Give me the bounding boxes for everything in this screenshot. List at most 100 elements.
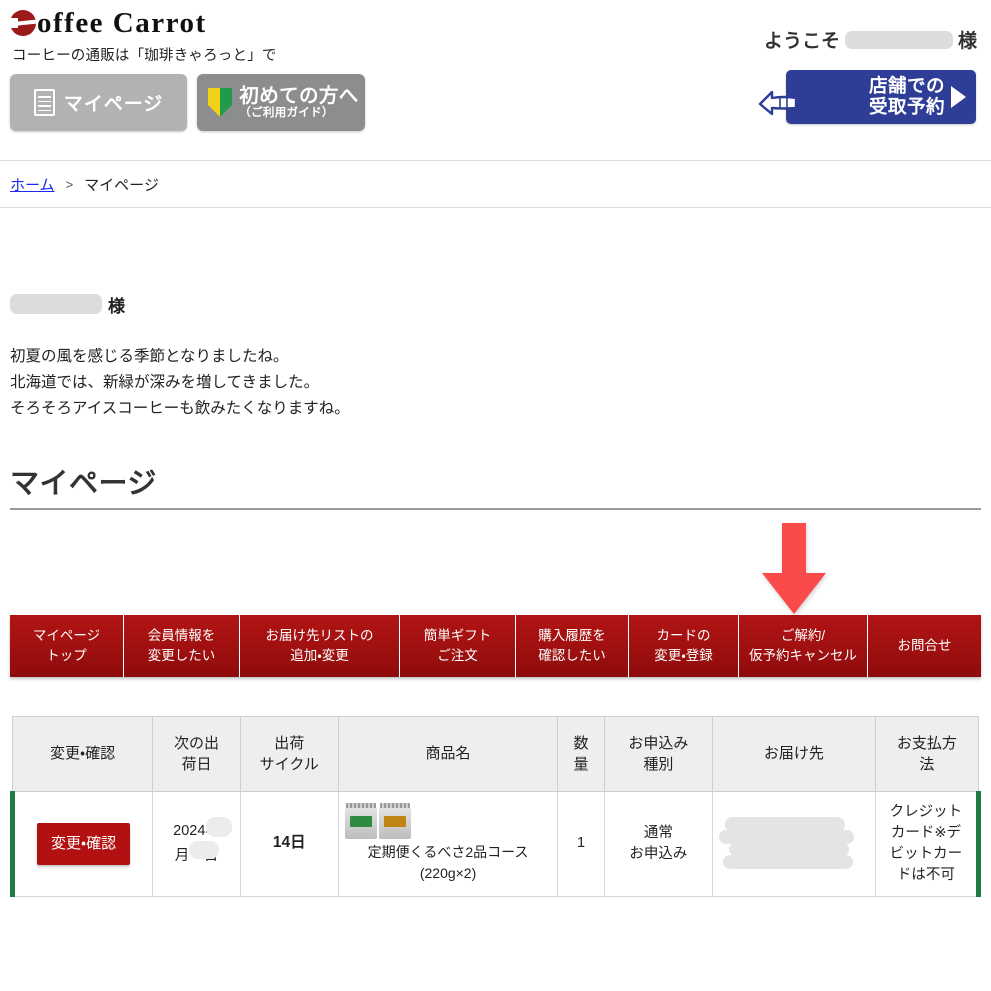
cell-order-type: 通常 お申込み — [603, 790, 713, 897]
tab-member-info-line2: 変更したい — [147, 647, 216, 663]
tab-contact[interactable]: お問合せ — [868, 614, 981, 677]
tab-cancellation-line2: 仮予約キャンセル — [749, 647, 857, 663]
breadcrumb-separator: > — [65, 177, 74, 192]
seasonal-message-line2: 北海道では、新緑が深みを増してきました。 — [10, 373, 320, 391]
mypage-nav-tabs: マイページ トップ 会員情報を 変更したい お届け先リストの 追加・変更 簡単ギ… — [10, 614, 981, 677]
tab-card-change-line1: カードの — [656, 628, 711, 644]
redacted-customer-name — [10, 294, 102, 314]
col-header-next-ship-date: 次の出 荷日 — [152, 715, 241, 792]
reserve-label-line2: 受取予約 — [868, 96, 945, 117]
store-pickup-reservation-button[interactable]: 店舗での 受取予約 — [758, 70, 976, 124]
col-header-product-name-line1: 商品名 — [425, 745, 471, 763]
tab-member-info-line1: 会員情報を — [147, 628, 216, 644]
tab-mypage-top-line1: マイページ — [32, 628, 101, 644]
tab-mypage-top[interactable]: マイページ トップ — [10, 614, 124, 677]
seasonal-message-line3: そろそろアイスコーヒーも飲みたくなりますね。 — [10, 399, 350, 417]
col-header-change-confirm-line1: 変更・確認 — [50, 745, 116, 763]
tab-contact-label: お問合せ — [897, 638, 952, 654]
change-confirm-button[interactable]: 変更・確認 — [37, 822, 131, 865]
cell-quantity: 1 — [557, 790, 605, 897]
next-ship-date-value: 2024年 月 日 — [173, 817, 232, 868]
tab-delivery-address-line1: お届け先リストの — [265, 628, 374, 644]
subscription-table-wrapper: 変更・確認 次の出 荷日 出荷 サイクル 商品名 数 量 お申込み 種別 お届け… — [9, 715, 982, 897]
subscription-table: 変更・確認 次の出 荷日 出荷 サイクル 商品名 数 量 お申込み 種別 お届け… — [9, 715, 982, 897]
document-icon — [33, 89, 55, 116]
reserve-button-label: 店舗での 受取予約 — [868, 75, 945, 117]
col-header-ship-cycle-line2: サイクル — [259, 755, 319, 773]
welcome-message: ようこそ 様 — [764, 26, 977, 53]
payment-line1: クレジット — [889, 803, 963, 820]
tab-card-change[interactable]: カードの 変更・登録 — [629, 614, 739, 677]
ship-cycle-value: 14日 — [272, 834, 306, 852]
seasonal-message-line1: 初夏の風を感じる季節となりましたね。 — [10, 348, 289, 365]
tab-cancellation-line1: ご解約/ — [780, 628, 826, 644]
order-type-line2: お申込み — [629, 845, 688, 862]
tab-easy-gift-line1: 簡単ギフト — [423, 628, 492, 644]
tab-cancellation[interactable]: ご解約/ 仮予約キャンセル — [739, 614, 868, 677]
breadcrumb-bar: ホーム > マイページ — [0, 160, 991, 208]
tab-easy-gift-order[interactable]: 簡単ギフト ご注文 — [400, 614, 516, 677]
col-header-quantity: 数 量 — [557, 715, 605, 792]
redacted-ship-day-1 — [205, 817, 232, 838]
payment-line3: ビットカー — [889, 845, 963, 862]
welcome-suffix: 様 — [957, 31, 977, 52]
customer-name-line: 様 — [10, 292, 981, 316]
cell-destination — [711, 790, 876, 897]
col-header-payment-line1: お支払方 — [896, 734, 957, 752]
tab-easy-gift-line2: ご注文 — [437, 647, 478, 663]
coffee-bag-green-icon — [344, 803, 377, 840]
tab-delivery-address-line2: 追加・変更 — [290, 647, 349, 663]
tab-card-change-line2: 変更・登録 — [654, 647, 713, 663]
col-header-product-name: 商品名 — [337, 715, 559, 792]
breadcrumb: ホーム > マイページ — [0, 161, 991, 207]
tab-member-info[interactable]: 会員情報を 変更したい — [124, 614, 240, 677]
col-header-payment-method: お支払方 法 — [874, 715, 980, 792]
mypage-button[interactable]: マイページ — [10, 74, 187, 131]
breadcrumb-current: マイページ — [84, 177, 159, 194]
customer-name-suffix: 様 — [108, 296, 125, 316]
payment-line2: カード※デ — [890, 824, 961, 841]
annotation-layer — [0, 510, 991, 615]
tab-delivery-address-list[interactable]: お届け先リストの 追加・変更 — [240, 614, 400, 677]
site-header: offee Carrot コーヒーの通販は「珈琲きゃろっと」で マイページ 初め… — [0, 0, 991, 160]
breadcrumb-home-link[interactable]: ホーム — [10, 174, 55, 195]
reserve-label-line1: 店舗での — [868, 75, 945, 97]
col-header-order-type-line2: 種別 — [643, 755, 674, 773]
product-thumbnails — [344, 803, 552, 840]
beginner-leaf-icon — [207, 87, 233, 118]
beginner-guide-button[interactable]: 初めての方へ （ご利用ガイド） — [197, 74, 365, 131]
col-header-payment-line2: 法 — [919, 755, 935, 773]
red-down-arrow-annotation-icon — [760, 522, 828, 615]
col-header-change-confirm: 変更・確認 — [11, 715, 154, 792]
redacted-ship-day-2 — [189, 841, 220, 860]
payment-line4: ドは不可 — [896, 866, 955, 883]
table-header-row: 変更・確認 次の出 荷日 出荷 サイクル 商品名 数 量 お申込み 種別 お届け… — [11, 715, 980, 792]
tab-mypage-top-line2: トップ — [46, 647, 87, 663]
coffee-bag-gold-icon — [378, 803, 411, 840]
tab-purchase-history-line1: 購入履歴を — [538, 628, 606, 644]
beginner-guide-subtitle: （ご利用ガイド） — [239, 106, 334, 119]
col-header-quantity-line1: 数 — [573, 734, 589, 752]
col-header-order-type-line1: お申込み — [628, 734, 689, 752]
col-header-next-ship-line1: 次の出 — [174, 734, 220, 752]
logo-wordmark: offee Carrot — [37, 6, 207, 39]
beginner-guide-text: 初めての方へ （ご利用ガイド） — [239, 86, 358, 119]
product-size: (220g×2) — [419, 865, 477, 882]
pointing-hand-icon — [758, 78, 816, 118]
product-name: 定期便くるべさ2品コース — [367, 844, 529, 861]
col-header-order-type: お申込み 種別 — [603, 715, 713, 792]
col-header-destination-line1: お届け先 — [763, 745, 824, 763]
coffee-bean-logo-icon — [6, 10, 37, 36]
play-arrow-icon — [951, 86, 966, 108]
col-header-quantity-line2: 量 — [573, 755, 589, 773]
table-row: 変更・確認 2024年 月 日 14日 — [9, 790, 982, 897]
col-header-ship-cycle: 出荷 サイクル — [239, 715, 339, 792]
col-header-destination: お届け先 — [711, 715, 876, 792]
cell-payment-method: クレジット カード※デ ビットカー ドは不可 — [874, 790, 982, 897]
redacted-destination — [718, 813, 869, 875]
col-header-next-ship-line2: 荷日 — [181, 755, 212, 773]
welcome-prefix: ようこそ — [763, 31, 840, 52]
cell-change-confirm: 変更・確認 — [9, 790, 154, 897]
order-type-line1: 通常 — [643, 824, 673, 841]
tab-purchase-history[interactable]: 購入履歴を 確認したい — [516, 614, 629, 677]
